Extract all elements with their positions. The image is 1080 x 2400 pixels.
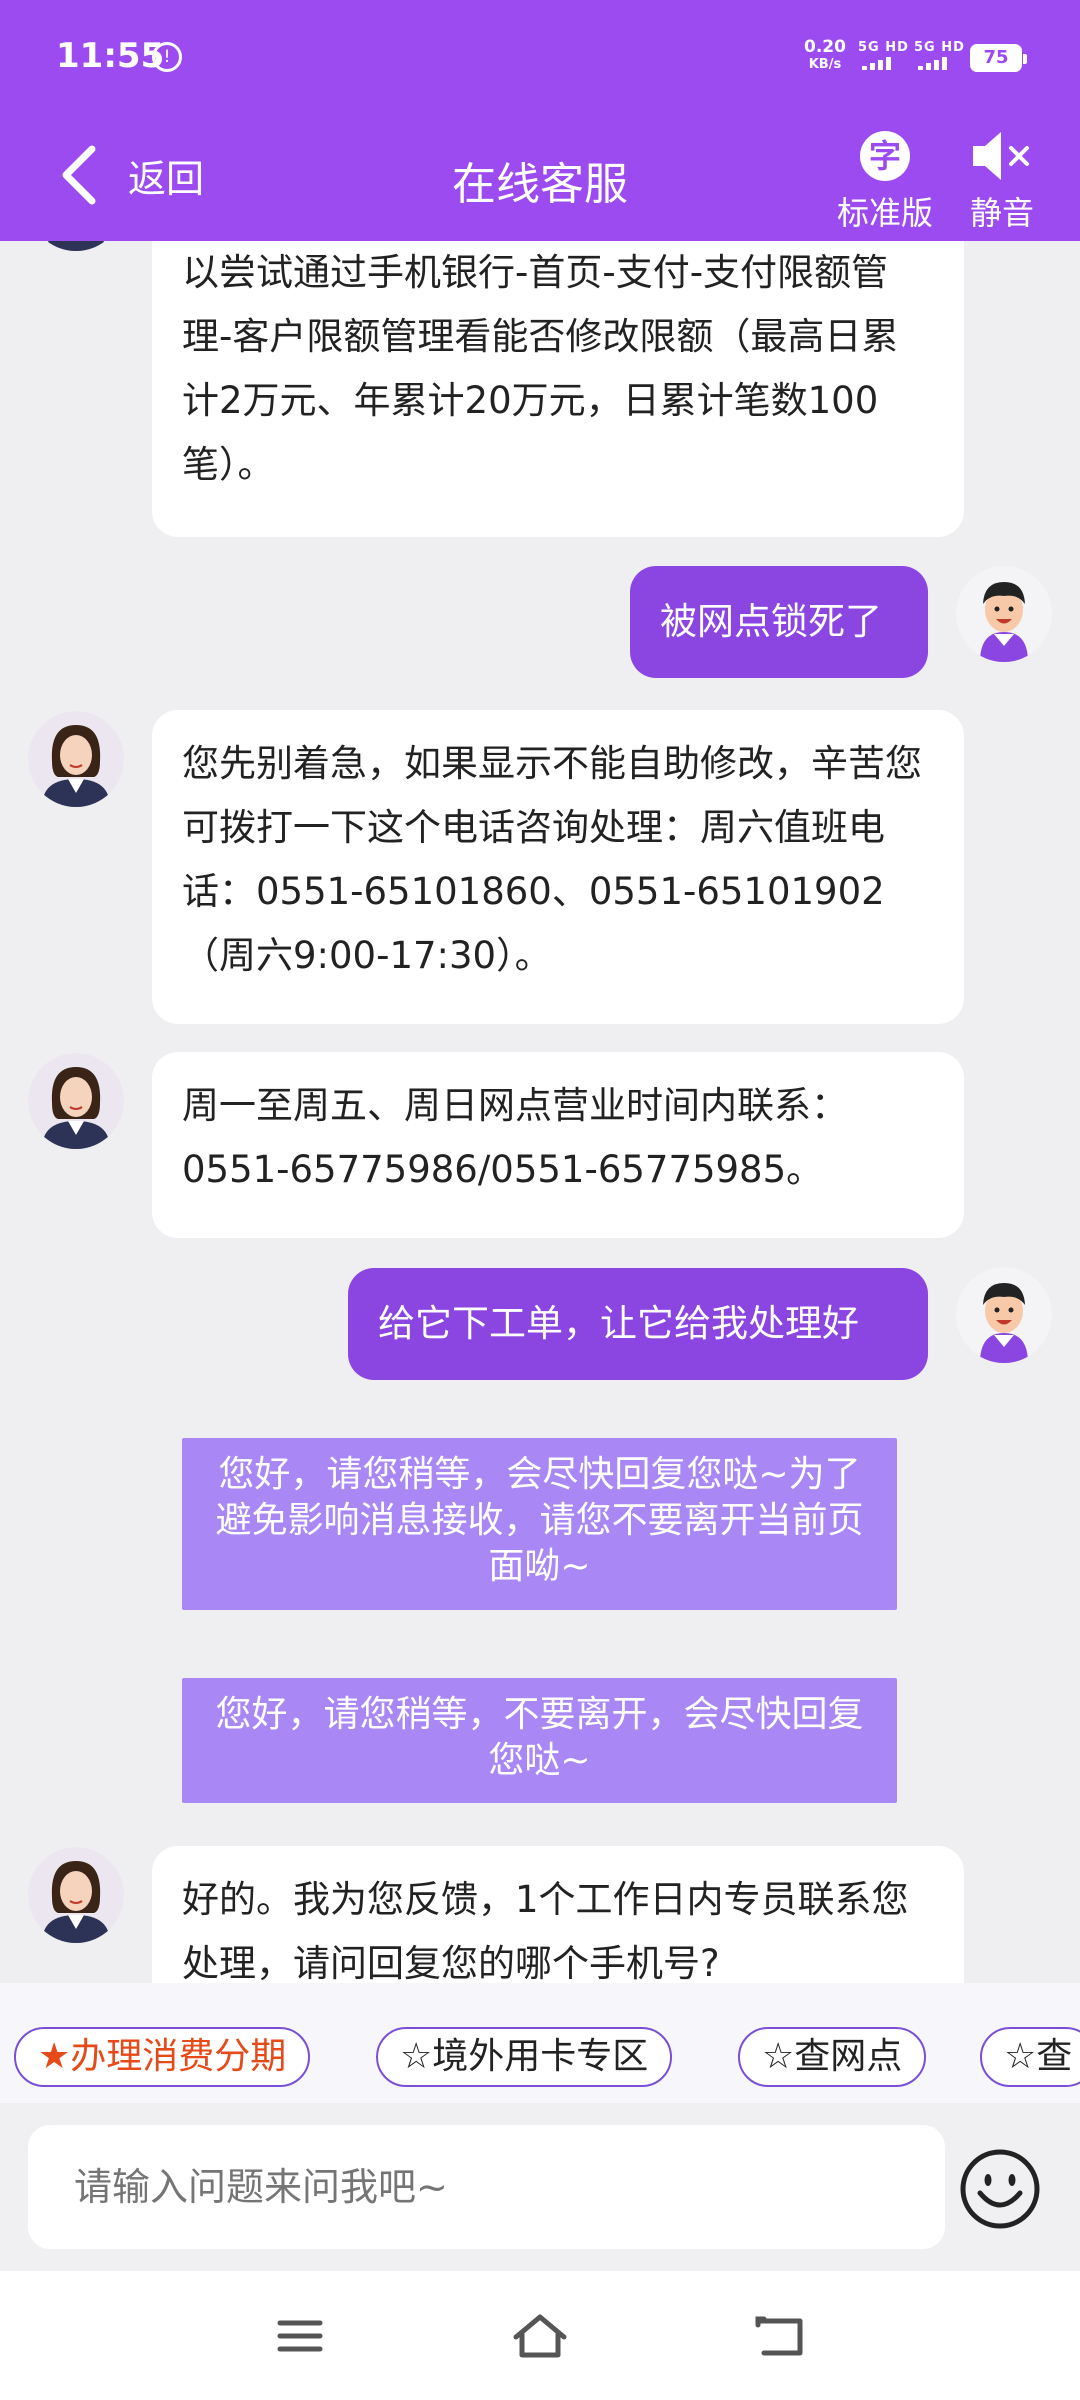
battery-icon: 75	[970, 44, 1027, 72]
mute-button[interactable]: 静音	[962, 124, 1042, 234]
system-notice: 您好，请您稍等，不要离开，会尽快回复您哒~	[182, 1678, 897, 1803]
menu-icon[interactable]	[270, 2311, 330, 2361]
status-app-icon: !	[152, 42, 182, 72]
agent-avatar	[28, 711, 124, 807]
quick-tag-bar[interactable]: ★办理消费分期 ☆境外用卡专区 ☆查网点 ☆查	[0, 1983, 1080, 2103]
bot-message: 周一至周五、周日网点营业时间内联系：0551-65775986/0551-657…	[152, 1052, 964, 1238]
bot-message: 以尝试通过手机银行-首页-支付-支付限额管理-客户限额管理看能否修改限额（最高日…	[152, 241, 964, 537]
font-version-icon: 字	[860, 131, 910, 181]
net-speed-value: 0.20	[804, 37, 846, 57]
question-input[interactable]	[28, 2125, 945, 2249]
back-nav-icon[interactable]	[752, 2311, 812, 2361]
user-message: 被网点锁死了	[630, 566, 928, 678]
emoji-smile-icon[interactable]	[958, 2147, 1042, 2231]
bot-message: 好的。我为您反馈，1个工作日内专员联系您处理，请问回复您的哪个手机号?	[152, 1846, 964, 1983]
agent-avatar	[28, 241, 124, 251]
home-icon[interactable]	[510, 2311, 570, 2361]
agent-avatar	[28, 1053, 124, 1149]
quick-tag-find-branch[interactable]: ☆查网点	[738, 2027, 927, 2087]
sim2-label: 5G HD	[914, 40, 965, 55]
user-message: 给它下工单，让它给我处理好	[348, 1268, 928, 1380]
quick-tag-installment[interactable]: ★办理消费分期	[14, 2027, 311, 2087]
top-bar: 11:55 ! 0.20 KB/s 5G HD 5G HD 75 返回 在线客服…	[0, 0, 1080, 241]
sim1-label: 5G HD	[858, 40, 909, 55]
speaker-mute-icon	[973, 132, 1029, 180]
bot-message: 您先别着急，如果显示不能自助修改，辛苦您可拨打一下这个电话咨询处理：周六值班电话…	[152, 710, 964, 1024]
net-speed: 0.20 KB/s	[804, 38, 846, 74]
net-speed-unit: KB/s	[808, 57, 842, 72]
signal-icon-sim2: 5G HD	[914, 40, 976, 74]
system-notice: 您好，请您稍等，会尽快回复您哒~为了避免影响消息接收，请您不要离开当前页面呦~	[182, 1438, 897, 1610]
mute-label: 静音	[969, 194, 1034, 232]
header: 返回 在线客服 字 标准版 静音	[0, 110, 1080, 241]
status-bar: 11:55 ! 0.20 KB/s 5G HD 5G HD 75	[0, 0, 1080, 110]
input-bar	[0, 2103, 1080, 2271]
quick-tag-more[interactable]: ☆查	[980, 2027, 1080, 2087]
system-nav-bar	[0, 2271, 1080, 2400]
user-avatar	[956, 1267, 1052, 1363]
user-avatar	[956, 566, 1052, 662]
quick-tag-overseas-card[interactable]: ☆境外用卡专区	[376, 2027, 673, 2087]
signal-icon-sim1: 5G HD	[858, 40, 920, 74]
status-time: 11:55	[56, 36, 165, 76]
version-toggle-button[interactable]: 字 标准版	[832, 124, 938, 234]
version-label: 标准版	[836, 194, 933, 232]
agent-avatar	[28, 1847, 124, 1943]
chat-area[interactable]: 以尝试通过手机银行-首页-支付-支付限额管理-客户限额管理看能否修改限额（最高日…	[0, 241, 1080, 1983]
